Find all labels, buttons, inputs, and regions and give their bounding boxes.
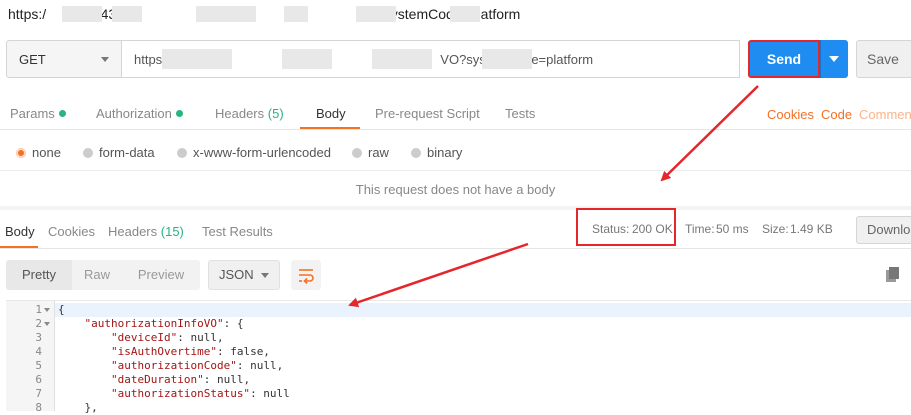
line-number: 7 (35, 387, 42, 400)
copy-icon[interactable] (886, 267, 900, 283)
redacted-block (372, 49, 432, 69)
radio-icon (177, 148, 187, 158)
code-line: "dateDuration": null, (110, 373, 251, 386)
chevron-down-icon (829, 56, 839, 62)
radio-icon (352, 148, 362, 158)
size-value: 1.49 KB (790, 222, 833, 236)
redacted-block (284, 6, 308, 22)
line-number: 8 (35, 401, 42, 414)
section-divider (0, 206, 911, 210)
response-body-editor[interactable]: 12345678 { "authorizationInfoVO": { "dev… (6, 300, 911, 414)
radio-icon (83, 148, 93, 158)
code-line: "isAuthOvertime": false, (110, 345, 270, 358)
divider (0, 248, 911, 249)
format-select[interactable]: JSON (208, 260, 280, 290)
radio-x-www-form-urlencoded[interactable]: x-www-form-urlencoded (177, 145, 331, 160)
divider (0, 129, 911, 130)
tab-tests[interactable]: Tests (505, 106, 535, 121)
redacted-block (162, 49, 232, 69)
redacted-block (450, 6, 480, 22)
redacted-block (356, 6, 396, 22)
response-tab-headers[interactable]: Headers (15) (108, 224, 184, 239)
size-label: Size: (762, 222, 789, 236)
pretty-button[interactable]: Pretty (6, 260, 72, 290)
redacted-block (482, 49, 532, 69)
download-button[interactable]: Downlo (856, 216, 911, 244)
line-number: 6 (35, 373, 42, 386)
radio-binary[interactable]: binary (411, 145, 462, 160)
chevron-down-icon (261, 273, 269, 278)
code-line: "authorizationInfoVO": { (84, 317, 244, 330)
preview-button[interactable]: Preview (122, 260, 200, 290)
radio-icon (411, 148, 421, 158)
line-number: 3 (35, 331, 42, 344)
code-line: "authorizationStatus": null (110, 387, 290, 400)
wrap-lines-icon (299, 269, 314, 285)
radio-selected-icon (16, 148, 26, 158)
redacted-block (62, 6, 102, 22)
method-label: GET (19, 52, 46, 67)
code-link[interactable]: Code (821, 107, 852, 122)
radio-raw[interactable]: raw (352, 145, 389, 160)
url-input[interactable]: https VO?systemCode=platform (122, 40, 740, 78)
active-dot-icon (175, 110, 183, 117)
radio-none[interactable]: none (16, 145, 61, 160)
redacted-block (282, 49, 332, 69)
line-number: 5 (35, 359, 42, 372)
line-number: 2 (35, 317, 42, 330)
chevron-down-icon (101, 57, 109, 62)
format-select-value: JSON (219, 267, 254, 282)
send-options-button[interactable] (820, 40, 848, 78)
active-line-highlight (55, 303, 911, 317)
active-dot-icon (58, 110, 66, 117)
tab-pre-request-script[interactable]: Pre-request Script (375, 106, 480, 121)
fold-toggle-icon[interactable] (44, 322, 50, 326)
tab-authorization[interactable]: Authorization (96, 106, 183, 121)
status-value: 200 OK (632, 222, 673, 236)
cookies-link[interactable]: Cookies (767, 107, 814, 122)
tab-headers[interactable]: Headers (5) (215, 106, 284, 121)
no-body-message: This request does not have a body (355, 182, 556, 197)
line-number: 1 (35, 303, 42, 316)
line-number-gutter: 12345678 (6, 301, 55, 414)
divider (0, 170, 911, 171)
tab-params[interactable]: Params (10, 106, 66, 121)
raw-button[interactable]: Raw (72, 260, 122, 290)
response-tab-body[interactable]: Body (5, 224, 35, 239)
comments-link[interactable]: Commen (859, 107, 911, 122)
response-tab-test-results[interactable]: Test Results (202, 224, 273, 239)
annotation-arrow (660, 85, 759, 182)
code-line: "deviceId": null, (110, 331, 224, 344)
send-button[interactable]: Send (748, 40, 820, 78)
redacted-block (196, 6, 256, 22)
status-label: Status: (592, 222, 630, 236)
code-line: }, (58, 401, 98, 414)
fold-toggle-icon[interactable] (44, 308, 50, 312)
save-button[interactable]: Save (856, 40, 911, 78)
method-select[interactable]: GET (6, 40, 122, 78)
code-line: { (58, 303, 65, 316)
annotation-arrow (348, 242, 529, 308)
response-tab-cookies[interactable]: Cookies (48, 224, 95, 239)
line-number: 4 (35, 345, 42, 358)
time-value: 50 ms (716, 222, 749, 236)
tab-body[interactable]: Body (316, 106, 346, 121)
time-label: Time: (685, 222, 715, 236)
redacted-block (112, 6, 142, 22)
radio-form-data[interactable]: form-data (83, 145, 155, 160)
wrap-lines-button[interactable] (291, 260, 321, 290)
code-line: "authorizationCode": null, (110, 359, 284, 372)
